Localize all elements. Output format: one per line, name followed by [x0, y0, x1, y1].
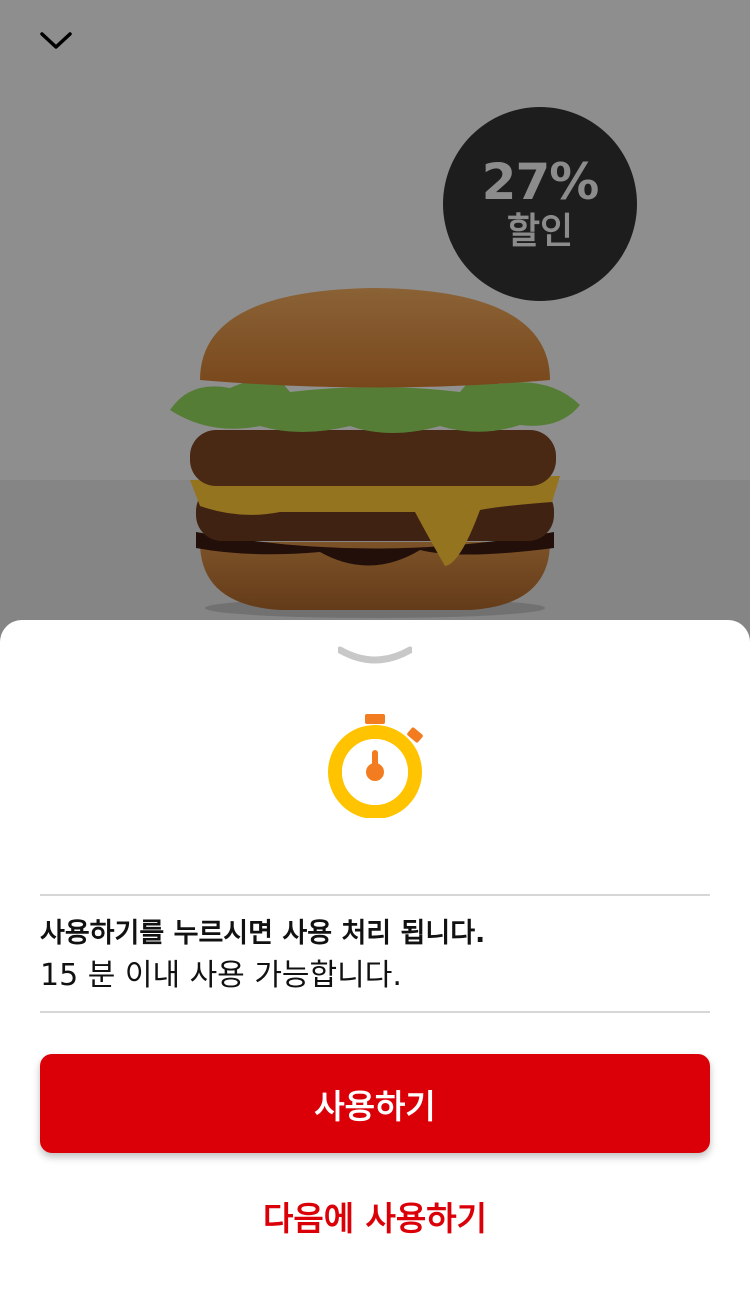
discount-label: 할인	[506, 211, 574, 252]
chevron-down-icon[interactable]	[36, 26, 76, 56]
usage-notice: 사용하기를 누르시면 사용 처리 됩니다.	[40, 918, 486, 949]
use-later-button[interactable]: 다음에 사용하기	[40, 1186, 710, 1246]
time-limit-notice: 15 분 이내 사용 가능합니다.	[40, 958, 402, 993]
overlay-scrim[interactable]	[0, 0, 750, 660]
discount-badge: 27% 할인	[443, 107, 637, 301]
sheet-handle-icon[interactable]	[336, 642, 414, 664]
bottom-sheet: 사용하기를 누르시면 사용 처리 됩니다. 15 분 이내 사용 가능합니다. …	[0, 620, 750, 1294]
stopwatch-icon	[322, 710, 430, 819]
divider-top	[40, 894, 710, 896]
divider-bottom	[40, 1011, 710, 1013]
use-button[interactable]: 사용하기	[40, 1054, 710, 1153]
product-hero: 27% 할인	[0, 0, 750, 660]
discount-percent: 27%	[481, 153, 600, 211]
